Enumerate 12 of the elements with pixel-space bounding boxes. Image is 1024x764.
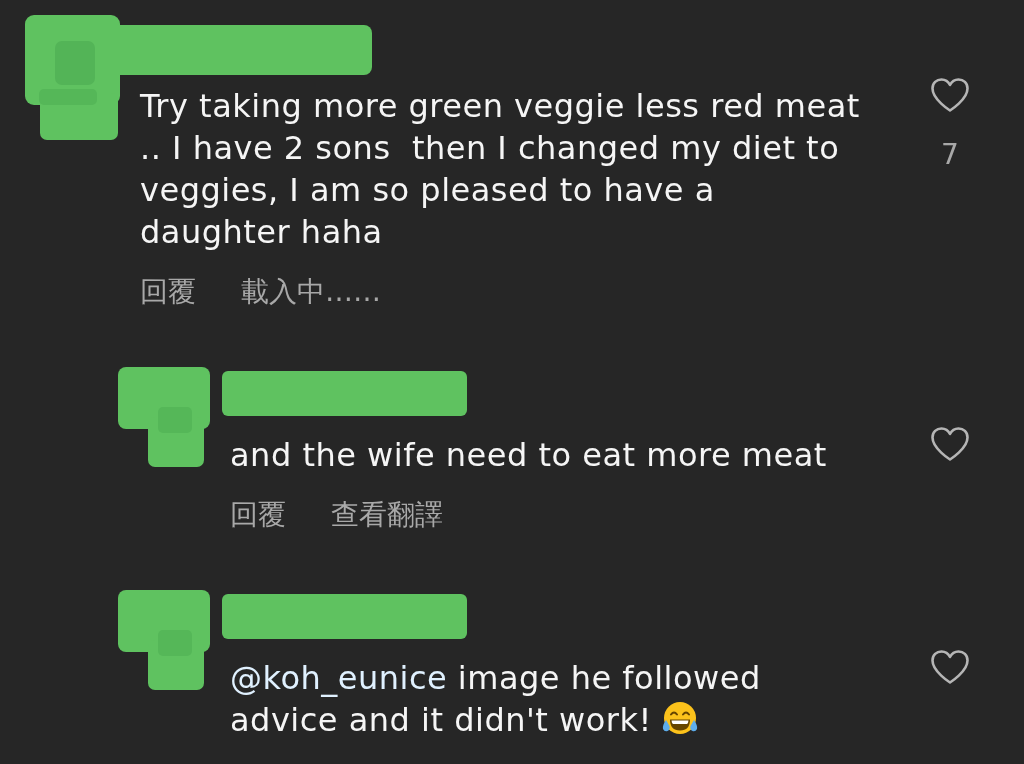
- like-count: 7: [941, 137, 959, 173]
- heart-icon[interactable]: [930, 77, 970, 113]
- action-link[interactable]: 載入中……: [241, 275, 381, 309]
- heart-icon[interactable]: [930, 649, 970, 685]
- heart-icon[interactable]: [930, 426, 970, 462]
- comment-text: and the wife need to eat more meat: [230, 435, 828, 476]
- action-link[interactable]: 回覆: [140, 275, 196, 309]
- action-link[interactable]: 回覆: [230, 498, 286, 532]
- action-link[interactable]: 查看翻譯: [331, 498, 443, 532]
- comment-text: Try taking more green veggie less red meat .. I have 2 sons then I changed my diet to veggies, I am so pleased to have a daughter haha: [140, 86, 861, 253]
- mention-link[interactable]: @koh_eunice: [230, 659, 448, 697]
- comment-text: @koh_eunice image he followed advice and it didn't work!: [230, 658, 762, 741]
